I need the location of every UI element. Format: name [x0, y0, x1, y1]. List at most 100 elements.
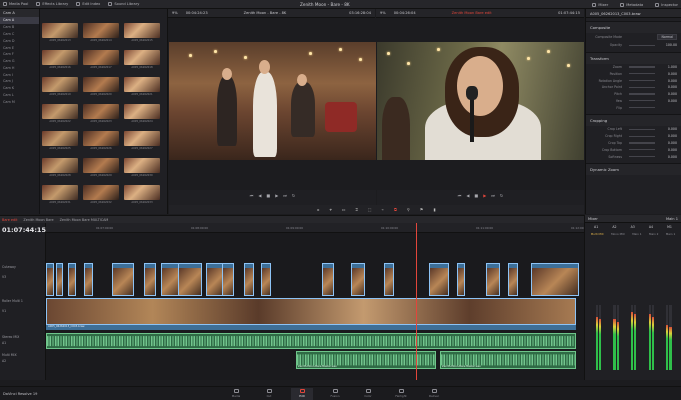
media-clip[interactable]: A005_06262025	[42, 131, 78, 152]
edit-tool-icon[interactable]: ▸	[317, 207, 319, 212]
jog-forward-icon[interactable]: ⏭	[283, 193, 287, 198]
edit-index-toggle[interactable]: Edit Index	[76, 2, 100, 6]
page-media[interactable]: Media	[225, 388, 247, 400]
inspector-slider[interactable]	[629, 86, 655, 88]
inspector-section[interactable]: Cropping	[586, 114, 681, 127]
stop-icon[interactable]: ■	[266, 193, 270, 198]
media-clip[interactable]: A005_06262020	[83, 77, 119, 98]
page-color[interactable]: Color	[357, 388, 379, 400]
edit-tool-icon[interactable]: ⧉	[394, 207, 397, 212]
media-clip[interactable]: A005_06262015	[124, 23, 160, 44]
v3-clip[interactable]	[486, 263, 500, 296]
program-play-reverse-icon[interactable]: ◀	[466, 193, 469, 198]
inspector-slider[interactable]	[629, 107, 655, 109]
program-viewer[interactable]	[377, 42, 584, 160]
track-name-cutaway[interactable]: Cutaway	[2, 265, 16, 269]
media-clip[interactable]: A005_06262024	[124, 104, 160, 125]
media-clip[interactable]: A005_06262031	[42, 185, 78, 206]
v3-clip[interactable]	[84, 263, 93, 296]
bin-item[interactable]: Cam A	[0, 17, 39, 24]
inspector-value[interactable]: 0.000	[668, 92, 677, 96]
mixer-toggle[interactable]: Mixer	[592, 2, 608, 7]
mixer-channel[interactable]: A2	[612, 225, 616, 229]
v3-clip[interactable]	[68, 263, 76, 296]
mixer-master[interactable]: Main 1	[666, 217, 678, 221]
page-fusion[interactable]: Fusion	[324, 388, 346, 400]
v3-clip[interactable]	[384, 263, 394, 296]
bin-item[interactable]: Cam I	[0, 71, 39, 78]
inspector-value[interactable]: 0.000	[668, 127, 677, 131]
v3-clip[interactable]	[56, 263, 63, 296]
play-reverse-icon[interactable]: ◀	[258, 193, 261, 198]
media-pool-toggle[interactable]: Media Pool	[3, 2, 28, 6]
media-clip[interactable]: A005_06262022	[42, 104, 78, 125]
bin-item[interactable]: Cam H	[0, 64, 39, 71]
play-icon[interactable]: ▶	[275, 193, 278, 198]
edit-tool-icon[interactable]: ▮	[433, 207, 435, 212]
inspector-section[interactable]: Composite	[586, 21, 681, 33]
loop-icon[interactable]: ↻	[292, 193, 295, 198]
inspector-slider[interactable]	[629, 142, 655, 144]
mixer-channel[interactable]: M1	[667, 225, 672, 229]
v3-clip[interactable]	[457, 263, 465, 296]
track-name-multi-mix[interactable]: Multi MIX	[2, 353, 17, 357]
media-clip[interactable]: A005_06262030	[124, 158, 160, 179]
bin-item[interactable]: Cam K	[0, 85, 39, 92]
edit-tool-icon[interactable]: ▭	[342, 207, 346, 212]
program-loop-icon[interactable]: ↻	[500, 193, 503, 198]
v3-clip[interactable]	[531, 263, 579, 296]
source-viewer[interactable]	[169, 42, 376, 160]
edit-tool-icon[interactable]: ⚲	[407, 207, 410, 212]
effects-library-toggle[interactable]: Effects Library	[36, 2, 68, 6]
media-clip[interactable]: A005_06262013	[42, 23, 78, 44]
timeline-tab-multicam[interactable]: Zenith Moon Bare MULTICAM	[60, 218, 109, 222]
inspector-slider[interactable]	[629, 93, 655, 95]
media-clip[interactable]: A005_06262027	[124, 131, 160, 152]
program-jog-forward-icon[interactable]: ⏭	[491, 193, 495, 198]
inspector-slider[interactable]	[629, 149, 655, 151]
edit-tool-icon[interactable]: ⌖	[329, 207, 331, 212]
playhead[interactable]	[416, 223, 417, 380]
audio-clip-a1[interactable]	[46, 333, 576, 349]
program-jog-back-icon[interactable]: ⏮	[458, 193, 462, 198]
program-title[interactable]: Zenith Moon Bare edit	[452, 11, 492, 15]
page-fairlight[interactable]: Fairlight	[390, 388, 412, 400]
media-clip[interactable]: A005_06262018	[124, 50, 160, 71]
edit-tool-icon[interactable]: ⬚	[368, 207, 372, 212]
source-title[interactable]: Zenith Moon - Bare - 8K	[244, 11, 287, 15]
bin-item[interactable]: Cam L	[0, 92, 39, 99]
bin-item[interactable]: Cam F	[0, 51, 39, 58]
inspector-value[interactable]: 0.000	[668, 72, 677, 76]
inspector-value[interactable]: 0.000	[668, 99, 677, 103]
audio-clip-a2-2[interactable]: Zenith-Moon-Bare-Master.wav	[440, 351, 576, 369]
media-clip[interactable]: A005_06262026	[83, 131, 119, 152]
v3-clip[interactable]	[144, 263, 156, 296]
bin-item[interactable]: Cam B	[0, 24, 39, 31]
media-clip[interactable]: A005_06262021	[124, 77, 160, 98]
inspector-section[interactable]: Transform	[586, 51, 681, 64]
timeline-tab-bare-edit[interactable]: Bare edit	[2, 218, 17, 222]
mixer-channel[interactable]: A3	[631, 225, 635, 229]
inspector-toggle[interactable]: Inspector	[655, 2, 678, 7]
inspector-section[interactable]: Dynamic Zoom	[586, 162, 681, 175]
inspector-value[interactable]: Normal	[657, 34, 677, 41]
mixer-channel[interactable]: A1	[594, 225, 598, 229]
media-clip[interactable]: A005_06262033	[124, 185, 160, 206]
jog-back-icon[interactable]: ⏮	[250, 193, 254, 198]
program-play-icon[interactable]: ▶	[483, 193, 486, 198]
media-clip[interactable]: A005_06262032	[83, 185, 119, 206]
timeline[interactable]: 01:07:00:00 01:08:00:00 01:09:00:00 01:10:0…	[46, 223, 588, 380]
media-clip[interactable]: A005_06262014	[83, 23, 119, 44]
v3-clip[interactable]	[322, 263, 334, 296]
page-deliver[interactable]: Deliver	[423, 388, 445, 400]
v3-clip[interactable]	[351, 263, 365, 296]
source-zoom[interactable]: 9%	[172, 11, 178, 15]
sound-library-toggle[interactable]: Sound Library	[108, 2, 139, 6]
track-name-stereo-mix[interactable]: Stereo MIX	[2, 335, 19, 339]
bin-item[interactable]: Cam D	[0, 37, 39, 44]
inspector-value[interactable]: 0.000	[668, 155, 677, 159]
page-cut[interactable]: Cut	[258, 388, 280, 400]
inspector-slider[interactable]	[629, 44, 655, 46]
v3-clip[interactable]	[178, 263, 202, 296]
mixer-channel[interactable]: A4	[649, 225, 653, 229]
